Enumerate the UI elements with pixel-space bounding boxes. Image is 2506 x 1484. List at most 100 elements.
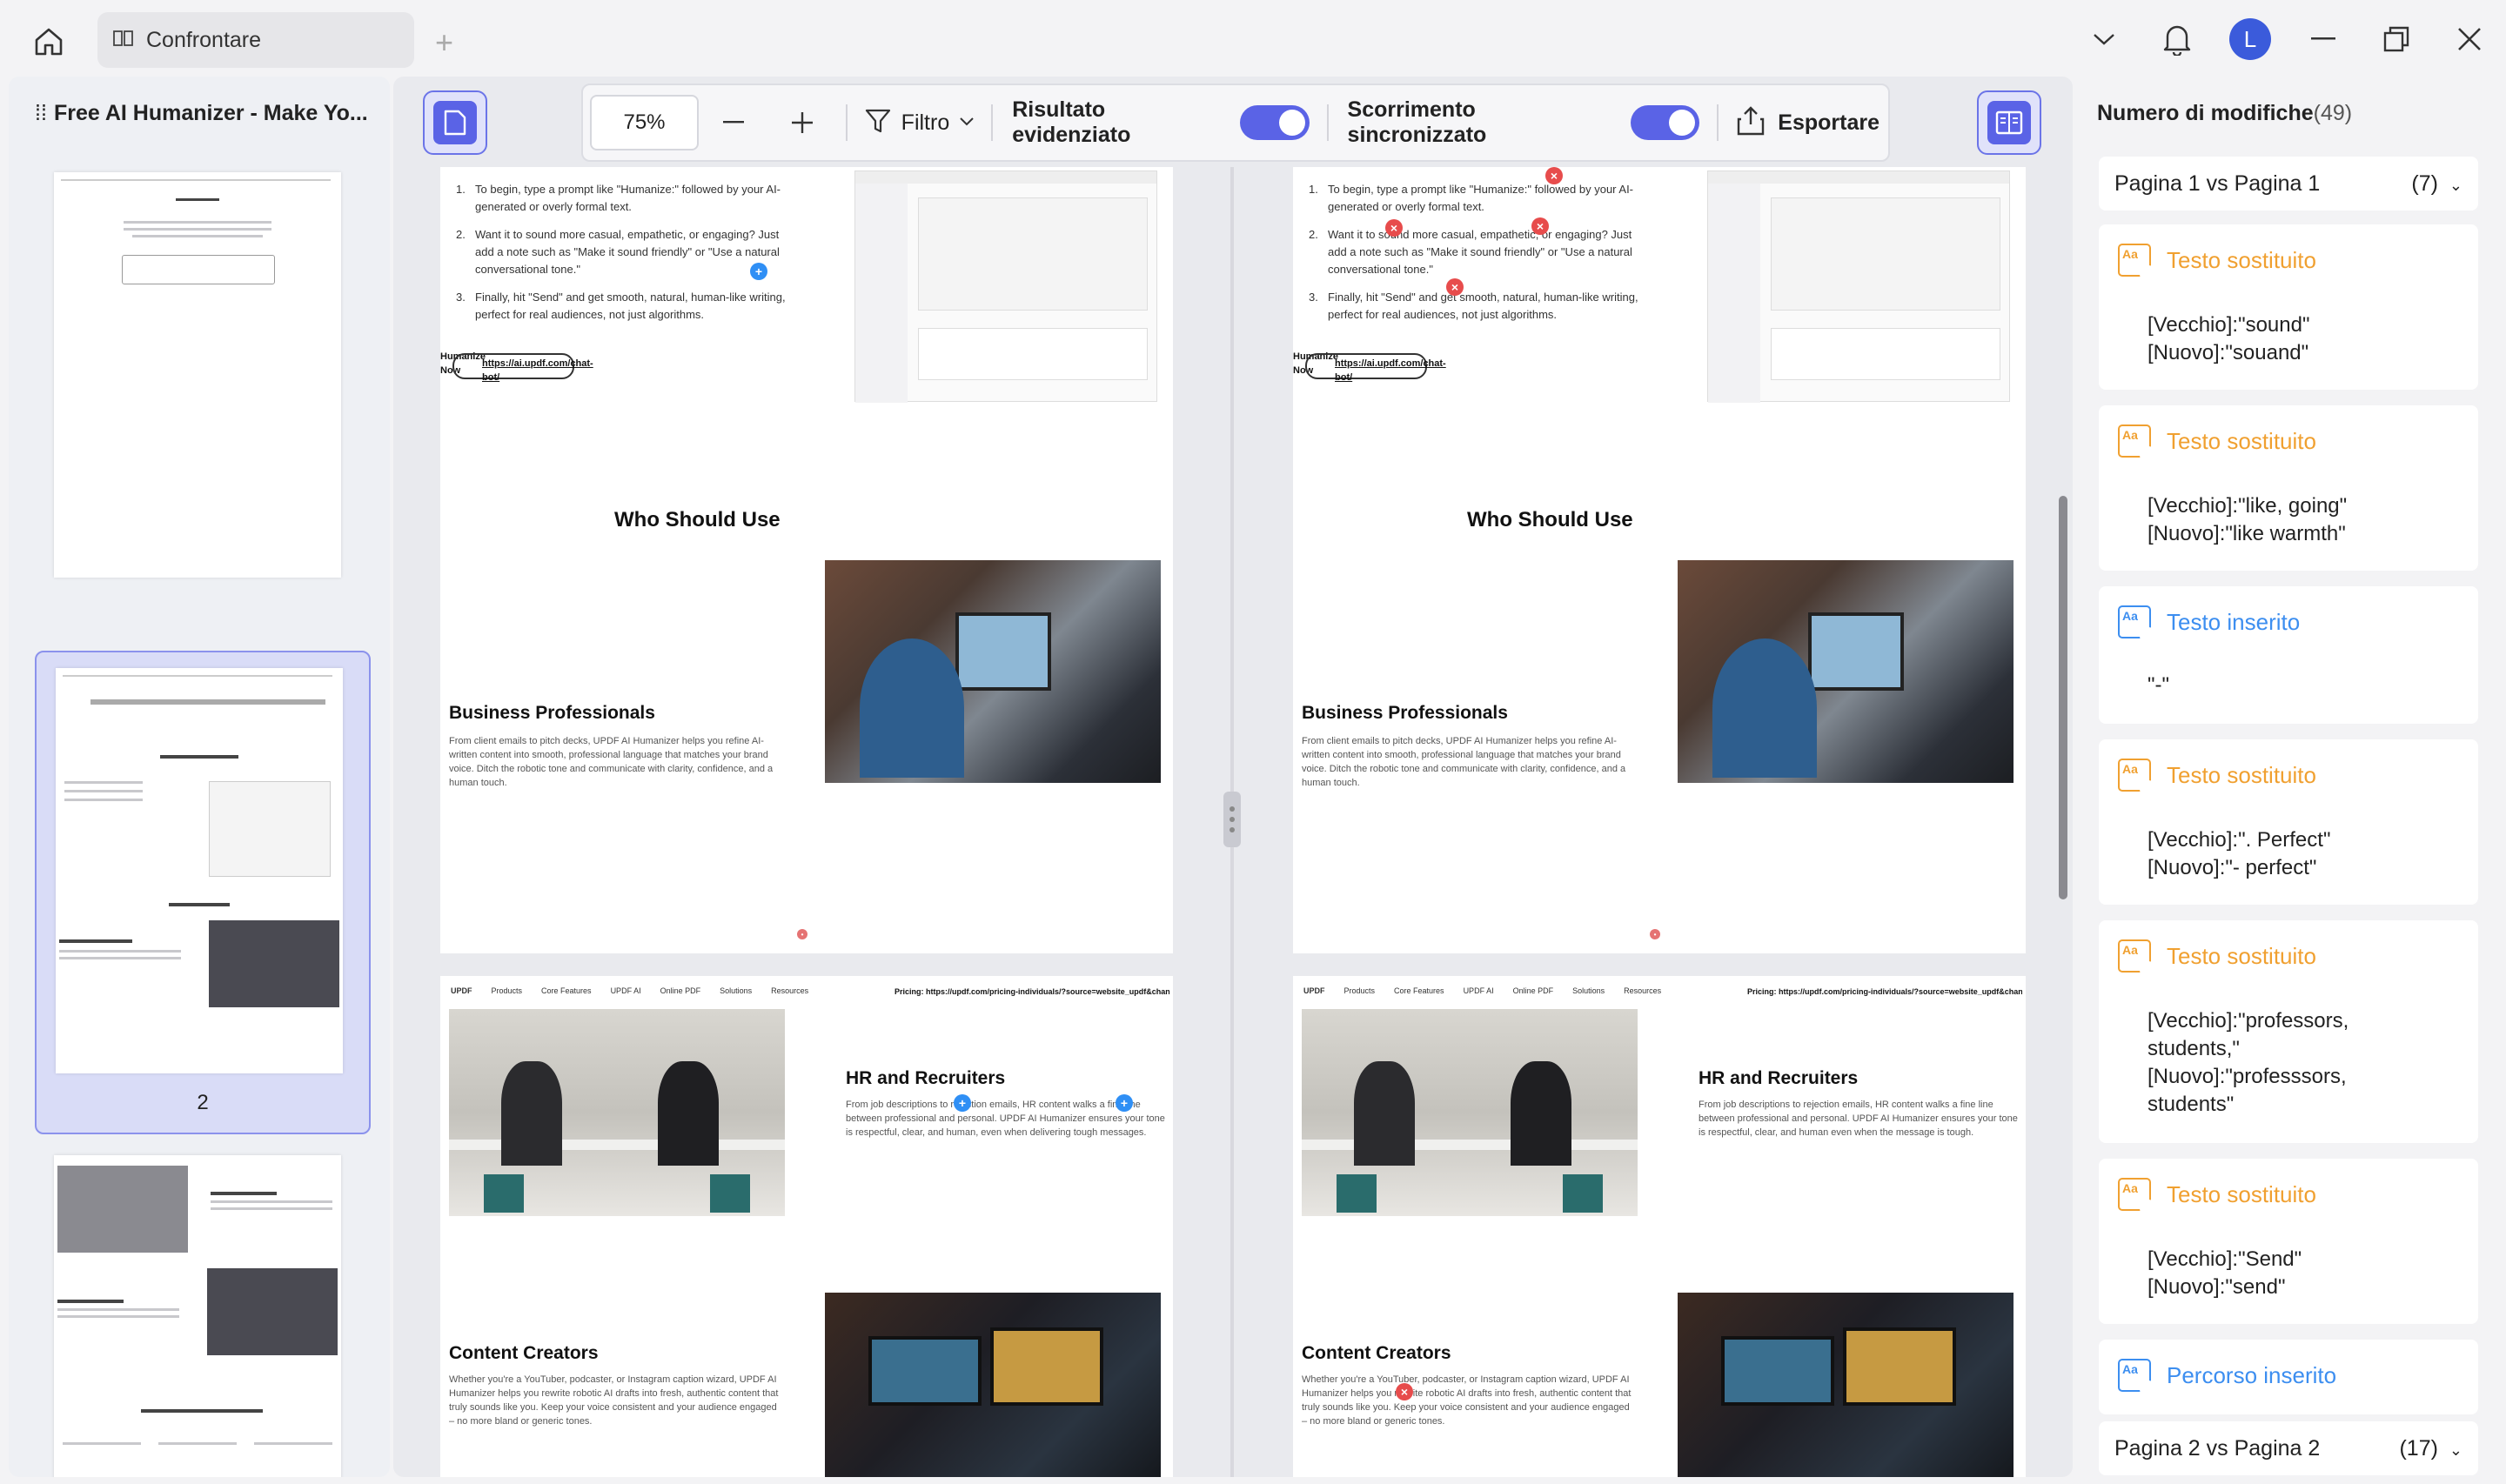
restore-icon[interactable] — [2360, 0, 2433, 78]
section-heading: Business Professionals — [1302, 703, 1508, 723]
highlight-result-label: Risultato evidenziato — [1012, 97, 1131, 147]
new-tab-icon[interactable]: + — [435, 24, 453, 61]
section-heading: Business Professionals — [449, 703, 655, 723]
meeting-photo — [449, 1009, 785, 1216]
page-end-marker: • — [1650, 929, 1660, 939]
page-end-marker: • — [797, 929, 807, 939]
insert-marker[interactable]: + — [1116, 1094, 1133, 1112]
section-heading: HR and Recruiters — [1699, 1068, 1859, 1088]
link-url: https://ai.updf.com/chat-bot/ — [482, 358, 593, 383]
delete-marker[interactable]: × — [1385, 219, 1403, 237]
sync-scroll-label: Scorrimento sincronizzato — [1347, 97, 1487, 147]
section-heading: HR and Recruiters — [846, 1068, 1006, 1088]
office-photo — [1678, 560, 2014, 783]
document-page: 1. To begin, type a prompt like "Humaniz… — [440, 167, 1173, 953]
filter-icon — [865, 108, 891, 138]
old-document-pane[interactable]: 1. To begin, type a prompt like "Humaniz… — [393, 167, 1230, 1477]
section-heading: Who Should Use — [614, 508, 781, 531]
document-title: ⁞⁞ Free AI Humanizer - Make Yo... — [35, 101, 368, 125]
highlight-result-toggle[interactable] — [1240, 105, 1310, 140]
office-photo — [825, 560, 1161, 783]
link-url: https://ai.updf.com/chat-bot/ — [1335, 358, 1446, 383]
change-item[interactable]: Aa ⇄ Testo sostituito [Vecchio]:". Perfect… — [2099, 739, 2478, 905]
section-text: Whether you're a YouTuber, podcaster, or… — [449, 1374, 779, 1427]
page-thumbnail-image — [54, 172, 341, 578]
changes-title: Numero di modifiche(49) — [2097, 101, 2353, 125]
avatar[interactable]: L — [2214, 0, 2287, 78]
zoom-in-button[interactable] — [767, 92, 836, 153]
pricing-link[interactable]: Pricing: https://updf.com/pricing-indivi… — [895, 985, 1169, 999]
sync-scroll-toggle[interactable] — [1630, 105, 1700, 140]
tab-label: Confrontare — [146, 27, 262, 52]
change-item[interactable]: Aa ⇄ Testo sostituito [Vecchio]:"like, goi… — [2099, 405, 2478, 571]
text-replaced-icon: Aa ⇄ — [2118, 759, 2157, 798]
close-icon[interactable] — [2433, 0, 2506, 78]
change-group-page-1[interactable]: Pagina 1 vs Pagina 1 (7) ⌄ — [2099, 157, 2478, 211]
changes-panel: Numero di modifiche(49) Pagina 1 vs Pagi… — [2080, 77, 2497, 1477]
home-icon[interactable] — [26, 21, 71, 63]
editing-photo — [1678, 1293, 2014, 1477]
zoom-level-field[interactable]: 75% — [590, 95, 699, 150]
export-icon — [1736, 105, 1766, 141]
filter-dropdown[interactable]: Filtro — [856, 108, 983, 138]
single-page-view-button[interactable] — [423, 90, 487, 155]
step-text: Want it to sound more casual, empathetic… — [475, 228, 780, 276]
path-inserted-icon: Aa + — [2118, 1359, 2157, 1398]
document-page: UPDF Products Core Features UPDF AI Onli… — [1293, 976, 2026, 1477]
document-icon: ⁞⁞ — [35, 101, 47, 125]
step-text: To begin, type a prompt like "Humanize:"… — [1328, 183, 1634, 213]
change-item[interactable]: Aa + Testo inserito "-" — [2099, 586, 2478, 724]
text-replaced-icon: Aa ⇄ — [2118, 939, 2157, 979]
section-text: From job descriptions to rejection email… — [1699, 1100, 2018, 1138]
change-item[interactable]: Aa ⇄ Testo sostituito [Vecchio]:"Send" [Nu… — [2099, 1159, 2478, 1324]
page-thumbnail-image — [56, 668, 343, 1073]
step-text: Finally, hit "Send" and get smooth, natu… — [1328, 291, 1638, 321]
document-page: 1. To begin, type a prompt like "Humaniz… — [1293, 167, 2026, 953]
bell-icon[interactable] — [2141, 0, 2214, 78]
side-by-side-view-button[interactable] — [1977, 90, 2041, 155]
compare-toolbar: 75% Filtro Risultato evidenziato Scorrim… — [581, 84, 1890, 162]
insert-marker[interactable]: + — [954, 1094, 971, 1112]
page-thumbnail-2[interactable]: 2 — [35, 651, 371, 1134]
page-thumbnail-1[interactable]: 1 — [35, 172, 371, 712]
step-text: Finally, hit "Send" and get smooth, natu… — [475, 291, 786, 321]
section-heading: Content Creators — [449, 1343, 599, 1363]
title-bar: Confrontare + L — [0, 0, 2506, 78]
new-document-pane[interactable]: 1. To begin, type a prompt like "Humaniz… — [1234, 167, 2059, 1477]
delete-marker[interactable]: × — [1545, 167, 1563, 184]
section-text: From client emails to pitch decks, UPDF … — [1302, 736, 1626, 788]
minimize-icon[interactable] — [2287, 0, 2360, 78]
screenshot-image — [1707, 170, 2010, 403]
chevron-down-icon: ⌄ — [2449, 176, 2462, 194]
export-button[interactable]: Esportare — [1727, 105, 1888, 141]
change-item[interactable]: Aa ⇄ Testo sostituito [Vecchio]:"professor… — [2099, 920, 2478, 1143]
text-inserted-icon: Aa + — [2118, 605, 2157, 645]
compare-main-area: 75% Filtro Risultato evidenziato Scorrim… — [393, 77, 2073, 1477]
chevron-down-icon — [960, 115, 974, 130]
pricing-link[interactable]: Pricing: https://updf.com/pricing-indivi… — [1747, 985, 2022, 999]
insert-marker[interactable]: + — [750, 263, 767, 280]
thumbnail-sidebar: ⁞⁞Free AI Humanizer - Make Yo... 1 — [9, 77, 390, 1477]
section-text: From client emails to pitch decks, UPDF … — [449, 736, 774, 788]
screenshot-image — [854, 170, 1157, 403]
delete-marker[interactable]: × — [1446, 278, 1464, 296]
page-thumbnail-image — [54, 1155, 341, 1477]
compare-icon — [113, 28, 134, 53]
tab-compare[interactable]: Confrontare — [97, 12, 414, 68]
delete-marker[interactable]: × — [1396, 1383, 1413, 1400]
chevron-down-icon[interactable] — [2067, 0, 2141, 78]
meeting-photo — [1302, 1009, 1638, 1216]
section-heading: Who Should Use — [1467, 508, 1633, 531]
document-page: UPDF Products Core Features UPDF AI Onli… — [440, 976, 1173, 1477]
change-item[interactable]: Aa + Percorso inserito — [2099, 1340, 2478, 1414]
text-replaced-icon: Aa ⇄ — [2118, 1178, 2157, 1217]
text-replaced-icon: Aa ⇄ — [2118, 424, 2157, 464]
zoom-out-button[interactable] — [699, 92, 767, 153]
page-thumbnail-3[interactable] — [35, 1155, 371, 1477]
change-item[interactable]: Aa ⇄ Testo sostituito [Vecchio]:"sound" [N… — [2099, 224, 2478, 390]
text-replaced-icon: Aa ⇄ — [2118, 244, 2157, 283]
change-group-page-2[interactable]: Pagina 2 vs Pagina 2 (17) ⌄ — [2099, 1421, 2478, 1475]
vertical-scrollbar[interactable] — [2059, 496, 2067, 899]
step-text: To begin, type a prompt like "Humanize:"… — [475, 183, 781, 213]
delete-marker[interactable]: × — [1531, 217, 1549, 235]
